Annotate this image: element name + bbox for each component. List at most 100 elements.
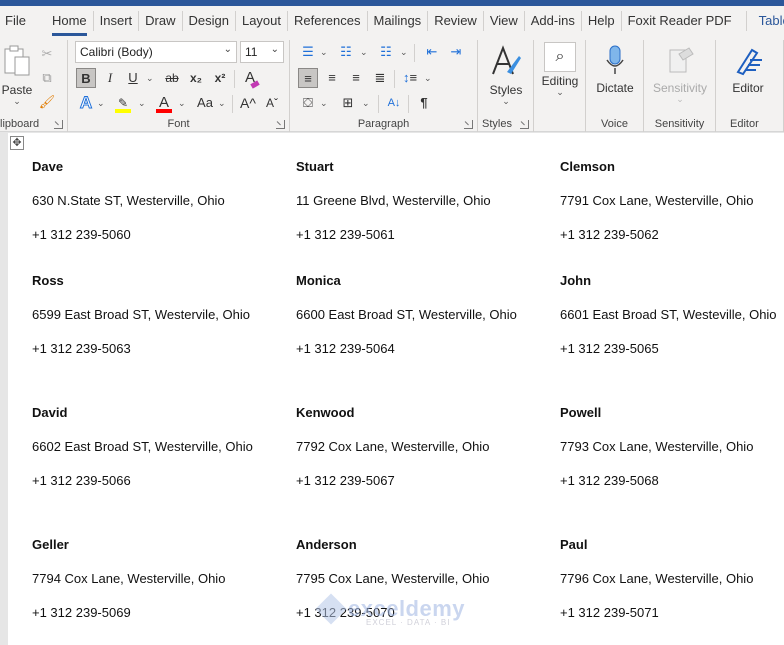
tab-table-design[interactable]: Table De: [745, 11, 784, 31]
chevron-down-icon[interactable]: ⌄: [362, 93, 370, 113]
editor-button[interactable]: Editor: [722, 44, 774, 95]
tab-design[interactable]: Design: [181, 11, 235, 31]
chevron-down-icon[interactable]: ⌄: [400, 42, 408, 62]
tab-review[interactable]: Review: [427, 11, 483, 31]
contact-name: Dave: [32, 159, 64, 174]
chevron-down-icon[interactable]: ⌄: [424, 68, 432, 88]
tab-foxit-reader-pdf[interactable]: Foxit Reader PDF: [620, 11, 738, 31]
highlight-button[interactable]: ✎: [113, 93, 133, 113]
increase-indent-icon: ⇥: [450, 44, 462, 59]
paragraph-dialog-launcher[interactable]: [464, 120, 473, 129]
sensitivity-icon: [669, 47, 694, 73]
tab-add-ins[interactable]: Add-ins: [523, 11, 581, 31]
clipboard-dialog-launcher[interactable]: [54, 120, 63, 129]
chevron-down-icon[interactable]: ⌄: [0, 97, 34, 106]
underline-button[interactable]: U: [123, 68, 143, 88]
tab-mailings[interactable]: Mailings: [366, 11, 428, 31]
font-size-select[interactable]: 11 ⌄: [240, 41, 284, 63]
chevron-down-icon[interactable]: ⌄: [218, 93, 226, 113]
line-spacing-button[interactable]: ↕≡: [400, 68, 420, 88]
ribbon: Paste ⌄ ✂ ⧉ 🖌 lipboard Calibri (Body) ⌄ …: [0, 36, 784, 132]
contact-address: 11 Greene Blvd, Westerville, Ohio: [296, 193, 491, 208]
show-formatting-button[interactable]: ¶: [414, 93, 434, 113]
font-dialog-launcher[interactable]: [276, 120, 285, 129]
chevron-down-icon[interactable]: ⌄: [97, 93, 105, 113]
font-name-value: Calibri (Body): [80, 45, 153, 59]
borders-button[interactable]: ⊞: [338, 93, 358, 113]
tab-view[interactable]: View: [482, 11, 524, 31]
align-right-icon: ≡: [352, 70, 360, 85]
format-painter-icon[interactable]: 🖌: [37, 92, 57, 112]
subscript-button[interactable]: x₂: [186, 68, 206, 88]
styles-dialog-launcher[interactable]: [520, 120, 529, 129]
contact-phone: +1 312 239-5071: [560, 605, 659, 620]
chevron-down-icon[interactable]: ⌄: [320, 42, 328, 62]
chevron-down-icon[interactable]: ⌄: [138, 93, 146, 113]
document-page[interactable]: ✥ Dave 630 N.State ST, Westerville, Ohio…: [8, 133, 784, 645]
tab-draw[interactable]: Draw: [138, 11, 181, 31]
strikethrough-button[interactable]: ab: [162, 68, 182, 88]
styles-label: Styles: [489, 83, 523, 97]
paste-label: Paste: [1, 83, 33, 97]
chevron-down-icon[interactable]: ⌄: [320, 93, 328, 113]
contact-phone: +1 312 239-5069: [32, 605, 131, 620]
tab-home[interactable]: Home: [46, 11, 93, 36]
chevron-down-icon[interactable]: ⌄: [178, 93, 186, 113]
tab-insert[interactable]: Insert: [92, 11, 139, 31]
copy-icon[interactable]: ⧉: [37, 68, 57, 88]
document-area: ✥ Dave 630 N.State ST, Westerville, Ohio…: [0, 133, 784, 645]
decrease-indent-button[interactable]: ⇤: [422, 42, 442, 62]
tab-references[interactable]: References: [287, 11, 366, 31]
clear-formatting-button[interactable]: A: [240, 68, 260, 89]
numbering-button[interactable]: ☷: [336, 42, 356, 62]
cut-icon[interactable]: ✂: [37, 44, 57, 64]
chevron-down-icon[interactable]: ⌄: [360, 42, 368, 62]
justify-button[interactable]: ≣: [370, 68, 390, 88]
contact-name: David: [32, 405, 68, 420]
bullets-icon: ☰: [302, 44, 314, 59]
contact-phone: +1 312 239-5064: [296, 341, 395, 356]
divider: [408, 95, 409, 113]
contact-name: Powell: [560, 405, 602, 420]
paint-bucket-icon: ⛋: [303, 95, 313, 110]
paragraph-group: ☰ ⌄ ☷ ⌄ ☷ ⌄ ⇤ ⇥ ≡ ≡ ≡ ≣ ↕≡ ⌄ ⛋ ⌄ ⊞ ⌄ A↓ …: [290, 40, 478, 132]
bold-button[interactable]: B: [76, 68, 96, 88]
italic-button[interactable]: I: [100, 68, 120, 88]
align-right-button[interactable]: ≡: [346, 68, 366, 88]
chevron-down-icon[interactable]: ⌄: [146, 68, 154, 88]
dictate-button[interactable]: Dictate: [590, 44, 640, 95]
numbering-icon: ☷: [340, 44, 352, 59]
superscript-button[interactable]: x²: [210, 68, 230, 88]
align-left-button[interactable]: ≡: [298, 68, 318, 88]
font-name-select[interactable]: Calibri (Body) ⌄: [75, 41, 237, 63]
align-center-button[interactable]: ≡: [322, 68, 342, 88]
contact-phone: +1 312 239-5063: [32, 341, 131, 356]
increase-indent-button[interactable]: ⇥: [446, 42, 466, 62]
tab-file[interactable]: File: [0, 11, 46, 31]
styles-button[interactable]: Styles ⌄: [482, 44, 530, 106]
bullets-button[interactable]: ☰: [298, 42, 318, 62]
contact-phone: +1 312 239-5060: [32, 227, 131, 242]
sensitivity-button[interactable]: Sensitivity ⌄: [646, 44, 714, 104]
line-spacing-icon: ↕: [402, 70, 410, 85]
font-color-bar: [156, 109, 172, 113]
tab-layout[interactable]: Layout: [234, 11, 287, 31]
chevron-down-icon: ⌄: [676, 94, 684, 104]
multilevel-list-button[interactable]: ☷: [376, 42, 396, 62]
justify-icon: ≣: [374, 70, 386, 85]
contact-address: 6599 East Broad ST, Westervile, Ohio: [32, 307, 250, 322]
text-effects-button[interactable]: A: [76, 93, 96, 113]
paste-button[interactable]: Paste ⌄: [0, 44, 34, 106]
sort-button[interactable]: A↓: [384, 93, 404, 113]
contact-name: John: [560, 273, 592, 288]
shrink-font-button[interactable]: Aˇ: [262, 93, 282, 113]
grow-font-button[interactable]: A^: [238, 93, 258, 113]
styles-group: Styles ⌄ Styles: [478, 40, 534, 132]
change-case-button[interactable]: Aa: [192, 93, 218, 113]
table-move-handle-icon[interactable]: ✥: [10, 136, 24, 150]
shading-button[interactable]: ⛋: [298, 93, 318, 113]
font-color-button[interactable]: A: [154, 93, 174, 113]
tab-help[interactable]: Help: [580, 11, 621, 31]
contact-address: 7794 Cox Lane, Westerville, Ohio: [32, 571, 226, 586]
editing-button[interactable]: ⌕ Editing ⌄: [538, 42, 582, 97]
